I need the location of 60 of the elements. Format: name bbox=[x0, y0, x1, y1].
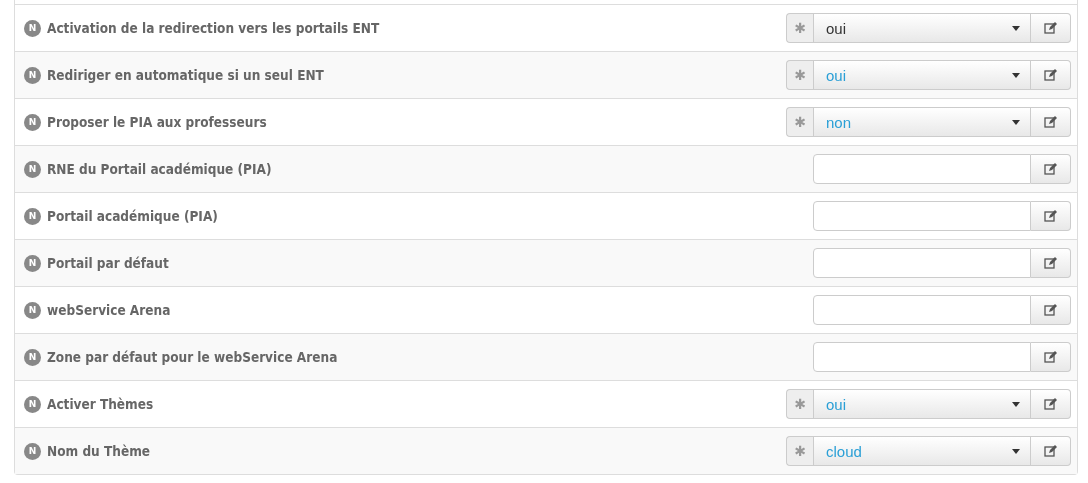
field-label: Zone par défaut pour le webService Arena bbox=[47, 349, 339, 365]
input-field[interactable] bbox=[813, 342, 1031, 372]
required-mark: ✱ bbox=[786, 13, 813, 43]
edit-icon bbox=[1044, 22, 1057, 34]
edit-icon bbox=[1044, 351, 1057, 363]
edit-button[interactable] bbox=[1031, 436, 1071, 466]
input-field[interactable] bbox=[813, 201, 1031, 231]
required-mark: ✱ bbox=[786, 60, 813, 90]
required-mark: ✱ bbox=[786, 436, 813, 466]
edit-icon bbox=[1044, 69, 1057, 81]
badge: N bbox=[24, 442, 41, 460]
input-field[interactable] bbox=[813, 295, 1031, 325]
badge: N bbox=[24, 66, 41, 84]
input-field[interactable] bbox=[813, 248, 1031, 278]
select-field[interactable]: oui bbox=[813, 389, 1031, 419]
field-label: webService Arena bbox=[47, 302, 172, 318]
select-field[interactable]: oui bbox=[813, 13, 1031, 43]
badge: N bbox=[24, 19, 41, 37]
badge: N bbox=[24, 160, 41, 178]
caret-icon bbox=[1012, 25, 1020, 31]
edit-button[interactable] bbox=[1031, 107, 1071, 137]
field-label: Proposer le PIA aux professeurs bbox=[47, 114, 268, 130]
edit-button[interactable] bbox=[1031, 342, 1071, 372]
edit-button[interactable] bbox=[1031, 295, 1071, 325]
field-label: Activation de la redirection vers les portails ENT bbox=[47, 20, 381, 36]
required-mark: ✱ bbox=[786, 107, 813, 137]
badge: N bbox=[24, 113, 41, 131]
edit-button[interactable] bbox=[1031, 248, 1071, 278]
badge: N bbox=[24, 254, 41, 272]
badge: N bbox=[24, 395, 41, 413]
field-label: RNE du Portail académique (PIA) bbox=[47, 161, 273, 177]
caret-icon bbox=[1012, 448, 1020, 454]
edit-icon bbox=[1044, 304, 1057, 316]
badge: N bbox=[24, 301, 41, 319]
badge: N bbox=[24, 207, 41, 225]
edit-button[interactable] bbox=[1031, 60, 1071, 90]
caret-icon bbox=[1012, 401, 1020, 407]
edit-icon bbox=[1044, 398, 1057, 410]
edit-button[interactable] bbox=[1031, 154, 1071, 184]
required-mark: ✱ bbox=[786, 389, 813, 419]
caret-icon bbox=[1012, 72, 1020, 78]
field-label: Activer Thèmes bbox=[47, 396, 155, 412]
field-label: Portail par défaut bbox=[47, 255, 170, 271]
input-field[interactable] bbox=[813, 154, 1031, 184]
field-label: Nom du Thème bbox=[47, 443, 152, 459]
select-field[interactable]: oui bbox=[813, 60, 1031, 90]
field-label: Rediriger en automatique si un seul ENT bbox=[47, 67, 325, 83]
edit-icon bbox=[1044, 116, 1057, 128]
select-field[interactable]: cloud bbox=[813, 436, 1031, 466]
select-field[interactable]: non bbox=[813, 107, 1031, 137]
edit-icon bbox=[1044, 445, 1057, 457]
badge: N bbox=[24, 348, 41, 366]
edit-icon bbox=[1044, 210, 1057, 222]
edit-icon bbox=[1044, 163, 1057, 175]
edit-button[interactable] bbox=[1031, 389, 1071, 419]
edit-icon bbox=[1044, 257, 1057, 269]
caret-icon bbox=[1012, 119, 1020, 125]
edit-button[interactable] bbox=[1031, 201, 1071, 231]
edit-button[interactable] bbox=[1031, 13, 1071, 43]
field-label: Portail académique (PIA) bbox=[47, 208, 219, 224]
